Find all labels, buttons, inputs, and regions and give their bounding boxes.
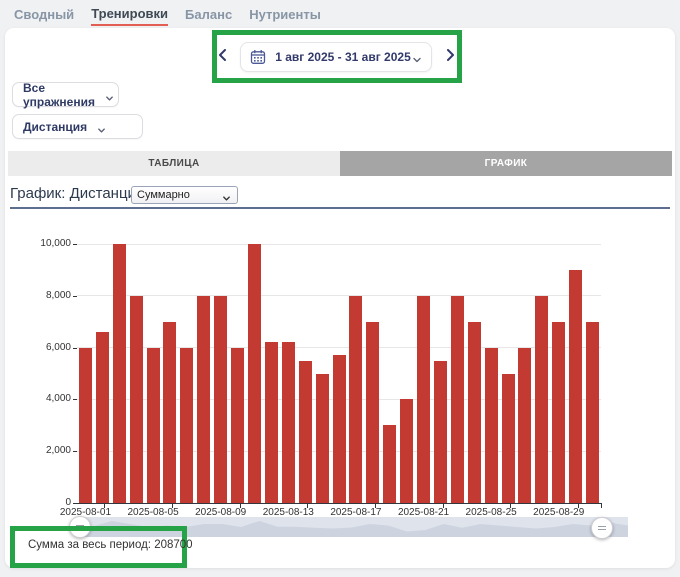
- navigator-area-silhouette: [75, 517, 628, 537]
- bar[interactable]: [366, 322, 379, 503]
- drag-grip-icon: [76, 525, 84, 529]
- bar[interactable]: [130, 296, 143, 503]
- x-axis-tick: [172, 504, 173, 508]
- y-axis-tick: [73, 348, 77, 349]
- top-nav: Сводный Тренировки Баланс Нутриенты: [0, 0, 680, 28]
- bar[interactable]: [417, 296, 430, 503]
- y-axis-tick: [73, 503, 77, 504]
- x-axis-tick: [375, 504, 376, 508]
- drag-grip-icon: [598, 526, 606, 530]
- bar[interactable]: [400, 399, 413, 503]
- y-axis-tick: [73, 451, 77, 452]
- bar[interactable]: [552, 322, 565, 503]
- x-axis-tick: [443, 504, 444, 508]
- x-axis-tick: [578, 504, 579, 508]
- bar[interactable]: [485, 348, 498, 503]
- y-gridline: [77, 244, 601, 245]
- y-axis-label: 2,000: [13, 445, 71, 456]
- y-axis-tick: [73, 296, 77, 297]
- y-axis-label: 8,000: [13, 290, 71, 301]
- x-axis-tick: [104, 504, 105, 508]
- period-total-label: Сумма за весь период: 208700: [28, 539, 193, 551]
- bar[interactable]: [214, 296, 227, 503]
- chart-plot-area: [77, 244, 601, 503]
- bar[interactable]: [180, 348, 193, 503]
- x-axis-line: [77, 503, 602, 504]
- bar[interactable]: [265, 342, 278, 503]
- bar[interactable]: [197, 296, 210, 503]
- bar[interactable]: [349, 296, 362, 503]
- bar[interactable]: [299, 361, 312, 503]
- x-axis-tick: [307, 504, 308, 508]
- bar[interactable]: [248, 244, 261, 503]
- bar[interactable]: [468, 322, 481, 503]
- y-axis-label: 4,000: [13, 393, 71, 404]
- x-axis-tick: [510, 504, 511, 508]
- bar[interactable]: [163, 322, 176, 503]
- bar[interactable]: [231, 348, 244, 503]
- bar[interactable]: [96, 332, 109, 503]
- y-axis-tick: [73, 244, 77, 245]
- scrollbar-right-handle[interactable]: [591, 517, 613, 539]
- bar[interactable]: [79, 348, 92, 503]
- y-gridline: [77, 295, 601, 296]
- bar[interactable]: [147, 348, 160, 503]
- x-axis-end-tick: [601, 504, 602, 508]
- nav-item-nutrienty[interactable]: Нутриенты: [249, 3, 321, 25]
- x-axis-tick: [240, 504, 241, 508]
- bar[interactable]: [316, 374, 329, 504]
- bar[interactable]: [502, 374, 515, 504]
- bar[interactable]: [113, 244, 126, 503]
- bar[interactable]: [586, 322, 599, 503]
- scrollbar-left-handle[interactable]: [69, 516, 91, 538]
- y-axis-tick: [73, 399, 77, 400]
- nav-item-balans[interactable]: Баланс: [185, 3, 232, 25]
- y-axis-label: 10,000: [13, 238, 71, 249]
- bar[interactable]: [333, 355, 346, 503]
- nav-item-svodny[interactable]: Сводный: [14, 3, 74, 25]
- bar[interactable]: [569, 270, 582, 503]
- bar[interactable]: [518, 348, 531, 503]
- bar[interactable]: [434, 361, 447, 503]
- bar[interactable]: [451, 296, 464, 503]
- y-axis-label: 6,000: [13, 342, 71, 353]
- bar[interactable]: [383, 425, 396, 503]
- bar[interactable]: [535, 296, 548, 503]
- chart-range-scrollbar[interactable]: [75, 517, 628, 537]
- nav-item-trenirovki[interactable]: Тренировки: [91, 2, 168, 26]
- bar[interactable]: [282, 342, 295, 503]
- main-panel: 1 авг 2025 - 31 авг 2025 Все упражнения …: [5, 28, 675, 568]
- bar-chart: 02,0004,0006,0008,00010,0002025-08-01202…: [5, 28, 675, 568]
